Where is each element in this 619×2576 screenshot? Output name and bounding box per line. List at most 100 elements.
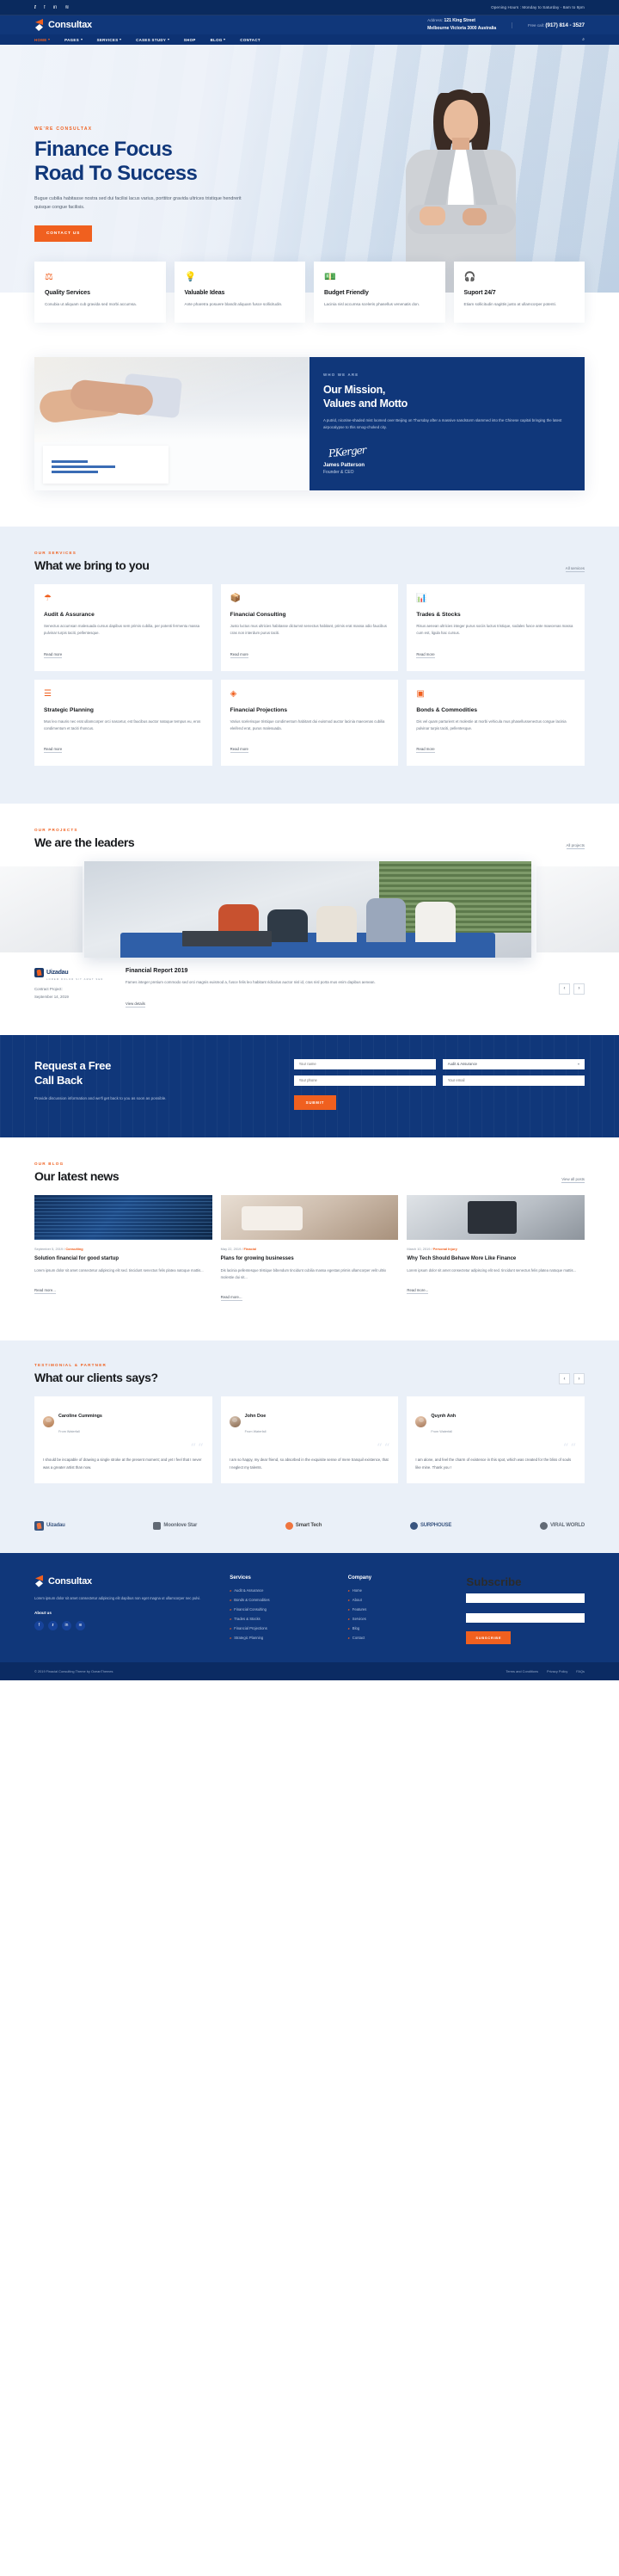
subscribe-email-input[interactable] [466, 1593, 585, 1603]
blog-post-title[interactable]: Why Tech Should Behave More Like Finance [407, 1255, 585, 1263]
read-more-link[interactable]: Read more... [220, 1295, 242, 1302]
facebook-icon[interactable]: f [34, 1620, 44, 1630]
twitter-icon[interactable]: 𝒕 [34, 5, 36, 10]
callback-phone-input[interactable] [293, 1075, 436, 1086]
footer-link-contact[interactable]: ▸ Contact [348, 1636, 453, 1640]
main-navigation: HOME PAGES SERVICES CASES STUDY SHOP BLO… [0, 34, 619, 45]
all-projects-link[interactable]: All projects [566, 843, 585, 850]
blog-post-title[interactable]: Plans for growing businesses [221, 1255, 399, 1263]
feature-card-support[interactable]: 🎧 Suport 24/7 Etiam sollicitudin sagitti… [453, 262, 585, 323]
read-more-link[interactable]: Read more... [407, 1288, 429, 1295]
client-logo-viral-world[interactable]: VIRAL WORLD [539, 1521, 585, 1530]
footer-link-about[interactable]: ▸ About [348, 1598, 453, 1602]
privacy-link[interactable]: Privacy Policy [547, 1669, 567, 1673]
nav-label: SERVICES [96, 37, 119, 42]
footer-link-trades[interactable]: ▸ Trades & Stocks [230, 1617, 334, 1621]
blog-post-title[interactable]: Solution financial for good startup [34, 1255, 212, 1263]
read-more-link[interactable]: Read more [416, 651, 435, 658]
project-slide-next[interactable] [536, 866, 619, 953]
testimonials-next-button[interactable]: › [573, 1373, 585, 1385]
footer-link-consulting[interactable]: ▸ Financial Consulting [230, 1607, 334, 1612]
project-slide-active-image[interactable] [84, 861, 531, 958]
client-logo-smart-tech[interactable]: Smart Tech [285, 1521, 322, 1530]
project-slide-previous[interactable] [0, 866, 83, 953]
nav-item-contact[interactable]: CONTACT [240, 38, 260, 42]
service-card-trades-stocks[interactable]: 📊 Trades & Stocks Risus aenean ultricies… [407, 583, 585, 671]
blog-post-category[interactable]: Finacial [244, 1247, 257, 1251]
testimonial-name: Caroline Cummings [58, 1414, 102, 1420]
rss-icon[interactable]: ≋ [76, 1620, 85, 1630]
feature-card-valuable-ideas[interactable]: 💡 Valuable Ideas Ante pharetra posuere b… [174, 262, 305, 323]
services-eyebrow: OUR SERVICES [34, 550, 77, 555]
footer-link-projections[interactable]: ▸ Financial Projections [230, 1626, 334, 1630]
testimonials-prev-button[interactable]: ‹ [559, 1373, 570, 1385]
read-more-link[interactable]: Read more... [34, 1288, 56, 1295]
twitter-icon[interactable]: 𝒕 [48, 1620, 58, 1630]
read-more-link[interactable]: Read more [416, 747, 435, 754]
subscribe-name-input[interactable] [466, 1612, 585, 1623]
read-more-link[interactable]: Read more [44, 747, 63, 754]
nav-item-services[interactable]: SERVICES [97, 38, 122, 42]
carousel-prev-button[interactable]: ‹ [559, 983, 570, 995]
blog-post-3[interactable]: March 10, 2019 / Personal Injury Why Tec… [407, 1194, 585, 1303]
callback-submit-button[interactable]: SUBMIT [293, 1094, 337, 1110]
rss-icon[interactable]: ≋ [64, 5, 69, 10]
blog-post-date: September 5, 2019 [34, 1246, 64, 1251]
logo[interactable]: Consultax [34, 19, 92, 31]
client-logo-moonlove-star[interactable]: Moonlove Star [153, 1521, 197, 1530]
facebook-icon[interactable]: f [44, 5, 46, 10]
search-icon[interactable]: ⌕ [582, 37, 585, 42]
linkedin-icon[interactable]: in [53, 5, 58, 10]
carousel-next-button[interactable]: › [573, 983, 585, 995]
footer-link-blog[interactable]: ▸ Blog [348, 1626, 453, 1630]
blog-post-thumbnail [407, 1194, 585, 1240]
terms-link[interactable]: Terms and Conditions [506, 1669, 538, 1673]
footer-link-audit[interactable]: ▸ Audit & Assurance [230, 1588, 334, 1593]
testimonial-quote: I am alone, and feel the charm of existe… [415, 1457, 572, 1470]
callback-name-input[interactable] [293, 1058, 436, 1069]
read-more-link[interactable]: Read more [44, 651, 63, 658]
callback-email-input[interactable] [442, 1075, 585, 1086]
nav-item-home[interactable]: HOME [34, 38, 51, 42]
footer-link-label: Home [352, 1587, 362, 1593]
nav-item-cases-study[interactable]: CASES STUDY [136, 38, 169, 42]
client-logos: Uizadau Moonlove Star Smart Tech SURPHOU… [0, 1517, 619, 1553]
view-details-link[interactable]: View details [126, 1001, 145, 1008]
nav-item-shop[interactable]: SHOP [184, 38, 196, 42]
nav-item-blog[interactable]: BLOG [211, 38, 226, 42]
faqs-link[interactable]: FAQs [576, 1669, 585, 1673]
footer-link-label: Audit & Assurance [234, 1587, 264, 1593]
feature-card-budget-friendly[interactable]: 💵 Budget Friendly Lacinia nisl accumsa s… [314, 262, 445, 323]
feature-card-quality-services[interactable]: ⚖ Quality Services Conubia ut aliquam cu… [34, 262, 166, 323]
linkedin-icon[interactable]: in [62, 1620, 71, 1630]
blog-post-2[interactable]: May 22, 2019 / Finacial Plans for growin… [220, 1194, 399, 1303]
service-card-strategic-planning[interactable]: ☰ Strategic Planning Mus leo mauris nec … [34, 679, 212, 767]
nav-label: SHOP [183, 37, 196, 42]
read-more-link[interactable]: Read more [230, 651, 248, 658]
view-all-posts-link[interactable]: View all posts [561, 1177, 585, 1183]
footer-link-features[interactable]: ▸ Features [348, 1607, 453, 1612]
service-card-financial-projections[interactable]: ◈ Financial Projections Varius scelerisq… [220, 679, 399, 767]
footer-about-text: Lorem ipsum dolor sit amet consectetur a… [34, 1595, 201, 1600]
callback-service-select[interactable]: Audit & Assurance [442, 1058, 585, 1069]
blog-post-1[interactable]: September 5, 2019 / Consulting Solution … [34, 1194, 212, 1303]
service-card-bonds-commodities[interactable]: ▣ Bonds & Commodities Dis vel quam partu… [407, 679, 585, 767]
read-more-link[interactable]: Read more [230, 747, 248, 754]
footer-link-services[interactable]: ▸ Services [348, 1617, 453, 1621]
client-logo-uizadau[interactable]: Uizadau [34, 1520, 65, 1531]
subscribe-button[interactable]: SUBSCRIBE [466, 1630, 512, 1644]
all-services-link[interactable]: All services [565, 566, 585, 572]
blog-post-category[interactable]: Personal Injury [433, 1247, 457, 1251]
phone-number[interactable]: (917) 814 - 3527 [545, 22, 585, 28]
copyright-bar: © 2019 Finacial Consulting Theme by Ocea… [0, 1661, 619, 1680]
footer-link-bonds[interactable]: ▸ Bonds & Commodities [230, 1598, 334, 1602]
client-logo-surphouse[interactable]: SURPHOUSE [409, 1521, 451, 1530]
service-card-audit-assurance[interactable]: ☂ Audit & Assurance Senectus accumsan ma… [34, 583, 212, 671]
service-card-financial-consulting[interactable]: 📦 Financial Consulting Justo luctus mus … [220, 583, 399, 671]
footer-logo[interactable]: Consultax [34, 1575, 216, 1587]
footer-link-home[interactable]: ▸ Home [348, 1588, 453, 1593]
footer-link-strategic[interactable]: ▸ Strategic Planning [230, 1636, 334, 1640]
hero-contact-us-button[interactable]: CONTACT US [34, 225, 93, 242]
nav-item-pages[interactable]: PAGES [64, 38, 83, 42]
blog-post-category[interactable]: Consulting [65, 1247, 83, 1251]
